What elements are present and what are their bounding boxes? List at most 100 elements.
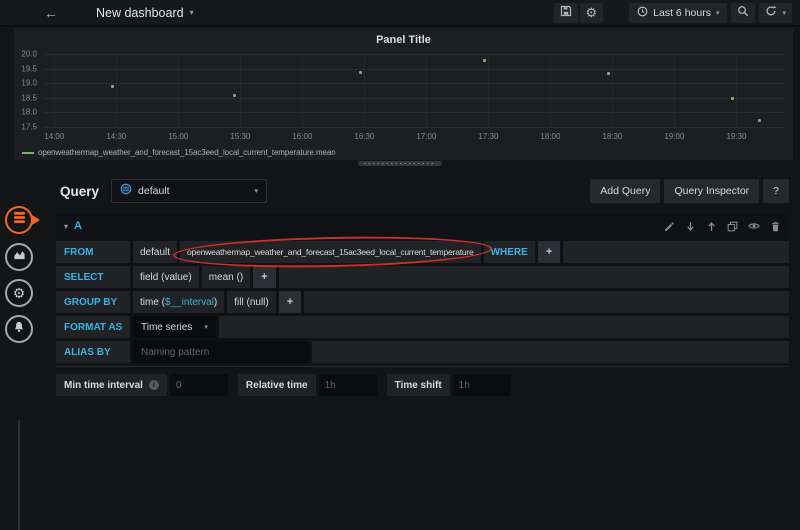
query-ref-letter: A (74, 220, 82, 232)
info-icon[interactable]: i (149, 380, 159, 390)
time-shift-input[interactable] (453, 374, 511, 396)
database-icon (13, 211, 26, 229)
data-point[interactable] (359, 71, 362, 74)
help-button[interactable]: ? (763, 179, 789, 203)
from-measurement-segment[interactable]: openweathermap_weather_and_forecast_15ac… (180, 241, 481, 263)
measurement-name: openweathermap_weather_and_forecast_15ac… (187, 247, 474, 257)
y-tick-label: 18.0 (21, 108, 37, 117)
select-mean-segment[interactable]: mean () (202, 266, 250, 288)
group-by-label: GROUP BY (56, 291, 130, 313)
v-gridline (240, 54, 241, 127)
h-gridline (44, 69, 784, 70)
refresh-icon (765, 5, 777, 20)
add-query-button[interactable]: Add Query (590, 179, 660, 203)
min-interval-input[interactable] (170, 374, 228, 396)
group-by-time-suffix: ) (214, 297, 217, 308)
toggle-visibility-eye-icon[interactable] (748, 220, 760, 232)
dashboard-settings-button[interactable]: ⚙ (580, 3, 604, 23)
grafana-dashboard-edit-page: ← New dashboard ▾ ⚙ Last 6 hours ▾ ▾ (0, 0, 800, 412)
collapse-caret-icon[interactable]: ▾ (64, 222, 68, 231)
query-inspector-button[interactable]: Query Inspector (664, 179, 759, 203)
tab-general[interactable]: ⚙ (5, 279, 33, 307)
data-point[interactable] (758, 119, 761, 122)
data-point[interactable] (233, 94, 236, 97)
where-segment[interactable]: WHERE (484, 241, 535, 263)
row-filler (312, 341, 789, 363)
select-mean-value: mean () (209, 272, 243, 283)
trash-icon[interactable] (770, 221, 781, 232)
y-tick-label: 18.5 (21, 93, 37, 102)
edit-pencil-icon[interactable] (664, 221, 675, 232)
dashboard-title-caret-icon[interactable]: ▾ (190, 8, 194, 17)
datasource-picker[interactable]: default ▾ (111, 179, 267, 203)
query-editor-header: Query default ▾ Add Query Query Inspecto… (56, 178, 789, 204)
relative-time-label: Relative time (238, 374, 316, 396)
tab-alert[interactable] (5, 315, 33, 343)
data-point[interactable] (111, 85, 114, 88)
relative-time-input[interactable] (319, 374, 377, 396)
x-tick-label: 17:30 (478, 132, 498, 141)
format-as-label: FORMAT AS (56, 316, 130, 338)
x-tick-label: 19:00 (664, 132, 684, 141)
format-as-value: Time series (141, 322, 192, 333)
alias-by-input[interactable] (133, 341, 309, 363)
v-gridline (302, 54, 303, 127)
y-tick-label: 19.0 (21, 79, 37, 88)
gear-icon: ⚙ (586, 6, 598, 19)
alias-by-row: ALIAS BY (56, 341, 789, 363)
from-datasource-segment[interactable]: default (133, 241, 177, 263)
x-axis: 14:0014:3015:0015:3016:0016:3017:0017:30… (44, 130, 784, 142)
from-row: FROM default openweathermap_weather_and_… (56, 241, 789, 263)
legend-series-swatch (22, 152, 34, 154)
refresh-interval-caret-icon[interactable]: ▾ (782, 9, 786, 17)
x-tick-label: 15:30 (230, 132, 250, 141)
group-by-fill-segment[interactable]: fill (null) (227, 291, 275, 313)
v-gridline (54, 54, 55, 127)
dashboard-title[interactable]: New dashboard (96, 6, 184, 20)
data-point[interactable] (483, 59, 486, 62)
refresh-button[interactable]: ▾ (759, 3, 792, 23)
fill-null-value: fill (null) (234, 297, 268, 308)
move-up-icon[interactable] (706, 221, 717, 232)
group-by-row: GROUP BY time ($__interval) fill (null) … (56, 291, 789, 313)
tab-visualization[interactable] (5, 243, 33, 271)
move-down-icon[interactable] (685, 221, 696, 232)
select-field-segment[interactable]: field (value) (133, 266, 199, 288)
datasource-caret-icon: ▾ (255, 187, 259, 195)
legend-series-label[interactable]: openweathermap_weather_and_forecast_15ac… (38, 148, 336, 157)
select-field-value: field (value) (140, 272, 192, 283)
group-by-time-segment[interactable]: time ($__interval) (133, 291, 224, 313)
from-add-condition-button[interactable]: + (538, 241, 560, 263)
query-options-row: Min time interval i Relative time Time s… (56, 366, 789, 396)
alias-by-label: ALIAS BY (56, 341, 130, 363)
time-range-picker[interactable]: Last 6 hours ▾ (629, 3, 727, 23)
save-dashboard-button[interactable] (554, 3, 578, 23)
h-gridline (44, 127, 784, 128)
v-gridline (426, 54, 427, 127)
group-by-add-button[interactable]: + (279, 291, 301, 313)
zoom-out-button[interactable] (731, 3, 755, 23)
panel-resize-handle[interactable] (358, 161, 442, 166)
h-gridline (44, 54, 784, 55)
x-tick-label: 14:30 (106, 132, 126, 141)
from-label: FROM (56, 241, 130, 263)
time-range-label: Last 6 hours (653, 7, 711, 19)
tab-queries[interactable] (5, 206, 33, 234)
duplicate-icon[interactable] (727, 221, 738, 232)
row-filler (279, 266, 789, 288)
x-tick-label: 16:00 (292, 132, 312, 141)
relative-time-label-text: Relative time (246, 380, 308, 391)
select-add-button[interactable]: + (253, 266, 275, 288)
resize-handle-dots (364, 163, 436, 164)
back-arrow-icon[interactable]: ← (44, 6, 58, 20)
panel-title[interactable]: Panel Title (14, 28, 793, 46)
magnifier-icon (737, 5, 749, 20)
data-point[interactable] (731, 97, 734, 100)
gear-icon: ⚙ (13, 286, 26, 300)
h-gridline (44, 112, 784, 113)
x-tick-label: 15:00 (168, 132, 188, 141)
group-by-time-prefix: time ( (140, 297, 165, 308)
format-as-select[interactable]: Time series ▾ (133, 316, 216, 338)
data-point[interactable] (607, 72, 610, 75)
time-range-caret-icon: ▾ (716, 9, 720, 17)
